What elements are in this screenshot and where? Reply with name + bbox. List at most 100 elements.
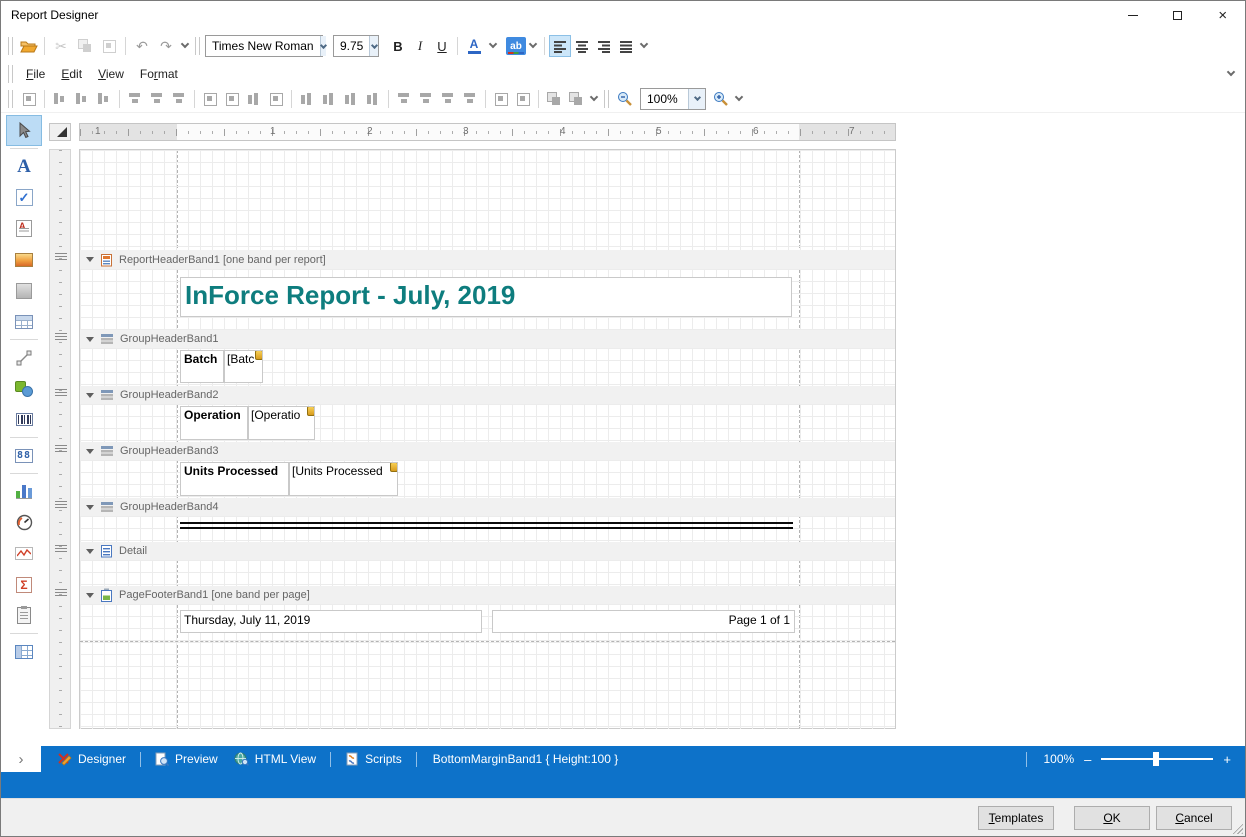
collapse-triangle-icon[interactable] (86, 549, 94, 554)
group-header-3-content[interactable]: Units Processed [Units Processed (80, 460, 895, 498)
toolbox-item-page-info[interactable] (6, 600, 42, 631)
align-middles-button[interactable] (146, 88, 168, 110)
menu-edit[interactable]: Edit (53, 65, 90, 83)
toolbox-item-shape[interactable] (6, 373, 42, 404)
toolbox-item-picture-box[interactable] (6, 244, 42, 275)
collapse-triangle-icon[interactable] (86, 393, 94, 398)
open-button[interactable] (18, 35, 40, 57)
ruler-corner[interactable] (49, 123, 71, 141)
make-same-height-button[interactable] (243, 88, 265, 110)
size-to-grid-button[interactable] (221, 88, 243, 110)
detail-content[interactable] (80, 560, 895, 586)
zoom-level-select[interactable]: 100% (640, 88, 706, 110)
highlight-button[interactable]: ab (506, 37, 526, 55)
font-name-select[interactable]: Times New Roman (205, 35, 323, 57)
toolbox-item-table[interactable] (6, 306, 42, 337)
center-horizontally-button[interactable] (490, 88, 512, 110)
band-handle-icon[interactable] (55, 445, 67, 452)
toolbox-item-pivot-grid[interactable] (6, 636, 42, 667)
make-same-width-button[interactable] (199, 88, 221, 110)
cancel-button[interactable]: Cancel (1156, 806, 1232, 830)
band-header-page-footer[interactable]: PageFooterBand1 [one band per page] (80, 586, 895, 604)
report-title-label[interactable]: InForce Report - July, 2019 (180, 277, 792, 317)
collapse-triangle-icon[interactable] (86, 593, 94, 598)
tab-designer[interactable]: Designer (49, 746, 134, 772)
collapse-triangle-icon[interactable] (86, 505, 94, 510)
center-vertically-button[interactable] (512, 88, 534, 110)
toolbox-item-barcode[interactable] (6, 404, 42, 435)
menu-view[interactable]: View (90, 65, 132, 83)
align-right-button[interactable] (593, 35, 615, 57)
minimize-button[interactable] (1110, 1, 1155, 29)
align-centers-button[interactable] (71, 88, 93, 110)
undo-button[interactable]: ↶ (130, 34, 154, 58)
toolbox-item-sigma[interactable]: Σ (6, 569, 42, 600)
remove-vertical-spacing-button[interactable] (459, 88, 481, 110)
ok-button[interactable]: OK (1074, 806, 1150, 830)
toolbox-item-chart[interactable] (6, 476, 42, 507)
band-handle-icon[interactable] (55, 545, 67, 552)
toolbox-item-check-box[interactable]: ✓ (6, 182, 42, 213)
report-header-content[interactable]: InForce Report - July, 2019 (80, 269, 895, 330)
menu-file[interactable]: File (18, 65, 53, 83)
bottom-margin-area[interactable] (80, 642, 895, 729)
batch-label[interactable]: Batch (180, 350, 224, 383)
align-justify-button[interactable] (615, 35, 637, 57)
paste-button[interactable] (97, 34, 121, 58)
toolbox-expand-button[interactable]: › (1, 746, 41, 772)
copy-button[interactable] (73, 34, 97, 58)
align-bottoms-button[interactable] (168, 88, 190, 110)
group-header-4-content[interactable] (80, 516, 895, 542)
cut-button[interactable]: ✂ (49, 34, 73, 58)
band-handle-icon[interactable] (55, 389, 67, 396)
band-handle-icon[interactable] (55, 333, 67, 340)
equal-vertical-spacing-button[interactable] (393, 88, 415, 110)
snap-to-grid-button[interactable] (18, 88, 40, 110)
highlight-dropdown-button[interactable] (526, 35, 540, 57)
toolbox-item-zip-code[interactable]: 88 (6, 440, 42, 471)
zoom-in-button[interactable] (710, 88, 732, 110)
toolbox-item-sparkline[interactable] (6, 538, 42, 569)
collapse-triangle-icon[interactable] (86, 257, 94, 262)
band-header-group-header-1[interactable]: GroupHeaderBand1 (80, 330, 895, 348)
zoom-level-dropdown-button[interactable] (688, 89, 705, 109)
menubar-overflow-button[interactable] (1227, 63, 1241, 85)
band-header-report-header[interactable]: ReportHeaderBand1 [one band per report] (80, 250, 895, 269)
batch-field[interactable]: [Batc (224, 350, 263, 383)
font-color-dropdown-button[interactable] (486, 35, 500, 57)
align-left-button[interactable] (549, 35, 571, 57)
align-rights-button[interactable] (93, 88, 115, 110)
toolbox-item-label[interactable]: A (6, 151, 42, 182)
zoom-slider[interactable] (1101, 758, 1213, 760)
bold-button[interactable]: B (387, 35, 409, 57)
toolbox-item-gauge[interactable] (6, 507, 42, 538)
top-margin-area[interactable] (80, 150, 895, 250)
maximize-button[interactable] (1155, 1, 1200, 29)
operation-field[interactable]: [Operatio (248, 406, 315, 440)
group-header-1-content[interactable]: Batch [Batc (80, 348, 895, 386)
font-size-dropdown-button[interactable] (369, 36, 378, 56)
zoom-slider-plus-button[interactable]: + (1223, 752, 1231, 767)
decrease-vertical-spacing-button[interactable] (437, 88, 459, 110)
collapse-triangle-icon[interactable] (86, 449, 94, 454)
tab-html-view[interactable]: HTML View (226, 746, 324, 772)
band-handle-icon[interactable] (55, 253, 67, 260)
units-processed-label[interactable]: Units Processed (180, 462, 289, 496)
zoom-slider-thumb[interactable] (1153, 752, 1159, 766)
toolbox-item-line[interactable] (6, 342, 42, 373)
templates-button[interactable]: Templates (978, 806, 1054, 830)
font-color-button[interactable]: A (462, 35, 486, 57)
bring-to-front-button[interactable] (543, 88, 565, 110)
font-size-select[interactable]: 9.75 (333, 35, 379, 57)
footer-date-label[interactable]: Thursday, July 11, 2019 (180, 610, 482, 633)
increase-horizontal-spacing-button[interactable] (318, 88, 340, 110)
zoom-options-button[interactable] (732, 88, 746, 110)
decrease-horizontal-spacing-button[interactable] (340, 88, 362, 110)
font-name-dropdown-button[interactable] (320, 36, 326, 56)
footer-page-info-label[interactable]: Page 1 of 1 (492, 610, 795, 633)
band-header-group-header-2[interactable]: GroupHeaderBand2 (80, 386, 895, 404)
toolbox-item-rich-text[interactable]: A (6, 213, 42, 244)
make-same-size-button[interactable] (265, 88, 287, 110)
band-header-detail[interactable]: Detail (80, 542, 895, 560)
band-header-group-header-3[interactable]: GroupHeaderBand3 (80, 442, 895, 460)
